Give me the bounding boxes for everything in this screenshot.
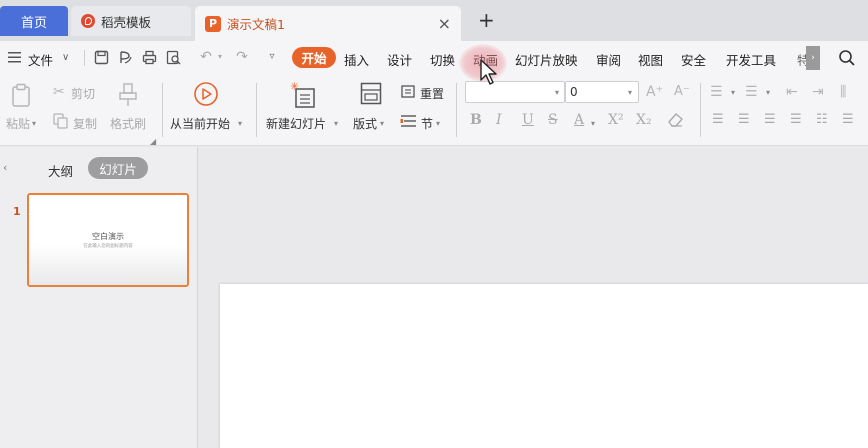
layout-dropdown-icon[interactable]: ▾ — [380, 119, 384, 128]
ribbon-divider — [162, 83, 163, 137]
align-left-icon[interactable]: ☰ — [712, 112, 724, 127]
play-from-current-button[interactable]: 从当前开始 — [170, 115, 230, 132]
ribbon-divider — [700, 83, 701, 137]
tab-doc-label: 演示文稿1 — [227, 17, 285, 32]
numbered-list-dropdown-icon[interactable]: ▾ — [766, 88, 770, 97]
font-size-dropdown-icon[interactable]: ▾ — [628, 88, 632, 97]
print-icon[interactable] — [142, 50, 157, 65]
increase-font-icon[interactable]: A⁺ — [646, 84, 663, 100]
new-tab-button[interactable]: + — [478, 10, 495, 30]
reset-icon[interactable] — [400, 84, 416, 99]
align-center-icon[interactable]: ☰ — [738, 112, 750, 127]
copy-button[interactable]: 复制 — [73, 115, 97, 132]
layout-icon[interactable] — [360, 82, 382, 106]
increase-indent-icon[interactable]: ⇥ — [812, 84, 824, 100]
bullet-list-dropdown-icon[interactable]: ▾ — [731, 88, 735, 97]
customize-toolbar-icon[interactable]: ▿ — [264, 49, 280, 65]
paste-dropdown-icon[interactable]: ▾ — [32, 119, 36, 128]
justify-icon[interactable]: ☰ — [790, 112, 802, 127]
slide-thumbnail-1[interactable]: 空白演示 在此输入您的副标题内容 — [27, 193, 189, 287]
file-dropdown-chevron-icon[interactable]: ∨ — [62, 52, 69, 63]
font-color-dropdown-icon[interactable]: ▾ — [591, 119, 595, 128]
reset-button[interactable]: 重置 — [420, 85, 444, 102]
tab-slides[interactable]: 幻灯片 — [88, 157, 148, 179]
decrease-font-icon[interactable]: A⁻ — [674, 84, 690, 100]
menu-tab-insert[interactable]: 插入 — [344, 50, 369, 69]
align-right-icon[interactable]: ☰ — [764, 112, 776, 127]
tab-daoke-templates[interactable]: 稻壳模板 — [71, 6, 191, 36]
save-icon[interactable] — [94, 50, 109, 65]
print-preview-icon[interactable] — [166, 50, 181, 65]
ribbon-divider — [256, 83, 257, 137]
section-button[interactable]: 节 — [421, 115, 433, 132]
font-color-icon[interactable]: A — [574, 112, 584, 128]
export-pdf-icon[interactable] — [118, 50, 133, 65]
underline-icon[interactable]: U — [522, 112, 534, 128]
numbered-list-icon[interactable]: ☰ — [745, 84, 758, 100]
tab-outline[interactable]: 大纲 — [48, 161, 73, 180]
collapse-panel-icon[interactable]: ‹ — [3, 161, 7, 174]
play-dropdown-icon[interactable]: ▾ — [238, 119, 242, 128]
clipboard-expand-icon[interactable]: ◢ — [150, 137, 156, 146]
tab-daoke-label: 稻壳模板 — [101, 14, 152, 30]
slides-panel: ‹ 大纲 幻灯片 1 空白演示 在此输入您的副标题内容 — [0, 147, 198, 448]
menu-divider — [84, 50, 85, 66]
text-direction-icon[interactable]: ⫼ — [840, 84, 846, 100]
decrease-indent-icon[interactable]: ⇤ — [786, 84, 798, 100]
play-circle-icon[interactable] — [193, 81, 219, 107]
daoke-logo-icon — [81, 14, 95, 28]
menu-tab-developer[interactable]: 开发工具 — [726, 50, 776, 69]
menu-bar: 文件 ∨ ↶ ▾ ↷ ▿ 开始 插入 设计 切换 动画 幻灯片放映 审阅 视图 … — [0, 41, 868, 75]
menu-tab-slideshow[interactable]: 幻灯片放映 — [515, 50, 578, 69]
close-tab-icon[interactable]: × — [438, 14, 451, 33]
subscript-icon[interactable]: X₂ — [636, 112, 652, 128]
font-name-dropdown-icon[interactable]: ▾ — [555, 88, 559, 97]
menu-tab-home[interactable]: 开始 — [292, 47, 336, 68]
menu-tab-view[interactable]: 视图 — [638, 50, 663, 69]
strikethrough-icon[interactable]: S — [548, 112, 558, 128]
bold-icon[interactable]: B — [470, 112, 482, 128]
bullet-list-icon[interactable]: ☰ — [710, 84, 723, 100]
clear-format-eraser-icon[interactable] — [666, 111, 684, 128]
tab-bar: 首页 稻壳模板 P 演示文稿1 × + — [0, 0, 868, 41]
paste-icon[interactable] — [10, 83, 36, 109]
menu-tab-transitions[interactable]: 切换 — [430, 50, 455, 69]
menu-tab-review[interactable]: 审阅 — [596, 50, 621, 69]
undo-dropdown-icon[interactable]: ▾ — [212, 49, 228, 65]
section-dropdown-icon[interactable]: ▾ — [436, 119, 440, 128]
format-painter-button[interactable]: 格式刷 — [110, 115, 146, 132]
format-painter-icon[interactable] — [118, 83, 138, 107]
svg-text:✳: ✳ — [290, 80, 299, 93]
thumb-subtitle: 在此输入您的副标题内容 — [83, 244, 133, 249]
menu-tab-design[interactable]: 设计 — [387, 50, 412, 69]
cut-icon[interactable]: ✂ — [53, 84, 65, 100]
copy-icon[interactable] — [53, 113, 68, 129]
ribbon-divider — [456, 83, 457, 137]
menu-hamburger-icon[interactable] — [8, 51, 22, 63]
italic-icon[interactable]: I — [496, 112, 502, 128]
paste-button[interactable]: 粘贴 — [6, 115, 30, 132]
tab-presentation-1[interactable]: P 演示文稿1 × — [195, 6, 461, 41]
ribbon-toolbar: 粘贴 ▾ ✂ 剪切 复制 格式刷 ◢ 从当前开始 ▾ ✳ 新建幻灯片 ▾ 版式 … — [0, 75, 868, 146]
presentation-logo-icon: P — [205, 15, 221, 32]
redo-icon[interactable]: ↷ — [234, 49, 250, 65]
distributed-align-icon[interactable]: ☷ — [816, 112, 828, 127]
slide-canvas[interactable] — [220, 284, 868, 448]
new-slide-button[interactable]: 新建幻灯片 — [266, 115, 326, 132]
section-icon[interactable] — [400, 113, 417, 129]
search-icon[interactable] — [838, 49, 856, 67]
thumb-title: 空白演示 — [92, 232, 124, 241]
mouse-cursor-icon — [480, 59, 497, 85]
menu-file[interactable]: 文件 — [28, 50, 53, 69]
menu-tab-security[interactable]: 安全 — [681, 50, 706, 69]
layout-button[interactable]: 版式 — [353, 115, 377, 132]
superscript-icon[interactable]: X² — [608, 112, 624, 128]
new-slide-icon[interactable]: ✳ — [290, 80, 318, 110]
new-slide-dropdown-icon[interactable]: ▾ — [334, 119, 338, 128]
cut-button[interactable]: 剪切 — [71, 85, 95, 102]
slide-number: 1 — [13, 205, 21, 218]
menu-scroll-right-icon[interactable]: › — [806, 46, 820, 70]
tab-home[interactable]: 首页 — [0, 6, 68, 36]
line-spacing-icon[interactable]: ☰ — [842, 112, 854, 127]
